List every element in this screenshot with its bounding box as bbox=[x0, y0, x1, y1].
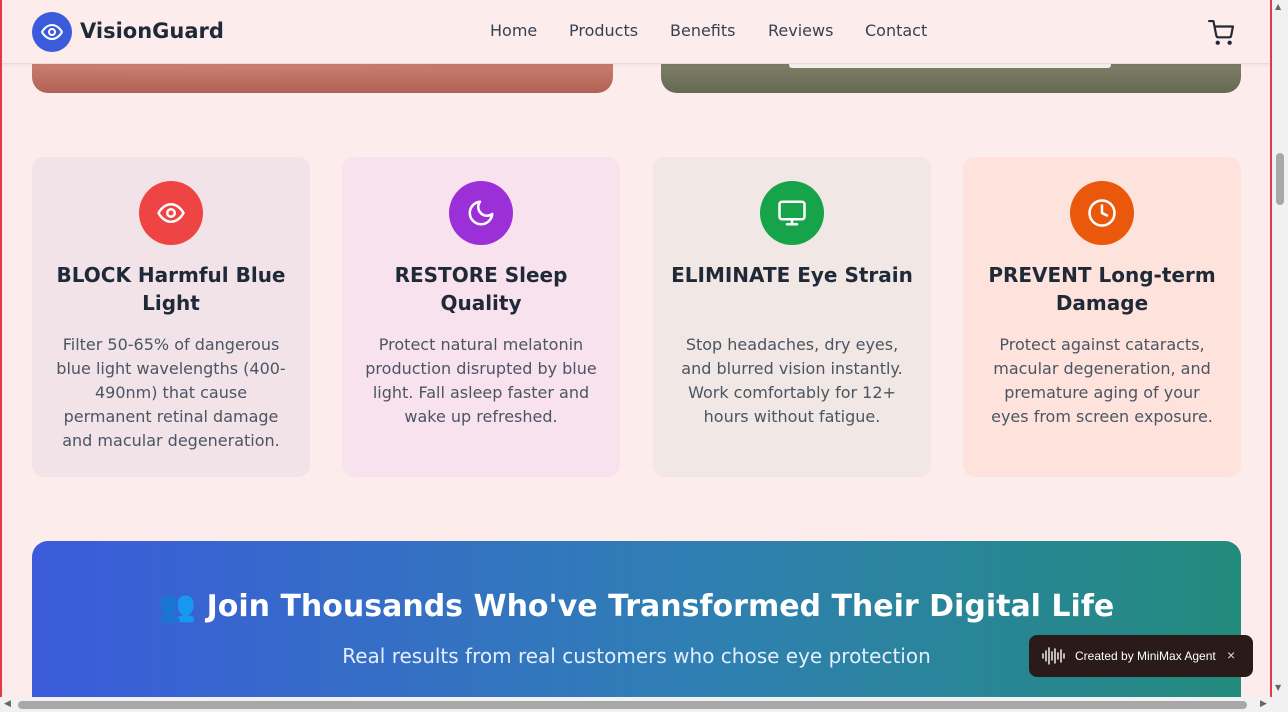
horizontal-scrollbar[interactable]: ◀ ▶ bbox=[0, 697, 1288, 712]
benefit-text: Filter 50-65% of dangerous blue light wa… bbox=[56, 335, 286, 450]
brand-name[interactable]: VisionGuard bbox=[80, 19, 224, 43]
site-header: VisionGuard Home Products Benefits Revie… bbox=[0, 0, 1272, 64]
monitor-icon bbox=[760, 181, 824, 245]
nav-contact[interactable]: Contact bbox=[865, 21, 927, 40]
scroll-down-arrow-icon[interactable]: ▼ bbox=[1275, 683, 1281, 692]
benefit-title: PREVENT Long-term Damage bbox=[988, 263, 1216, 315]
toast-close-button[interactable]: × bbox=[1227, 647, 1235, 663]
benefit-title: BLOCK Harmful Blue Light bbox=[56, 263, 286, 315]
banner-title: 👥 Join Thousands Who've Transformed Thei… bbox=[158, 589, 1115, 624]
nav-reviews[interactable]: Reviews bbox=[768, 21, 833, 40]
scroll-up-arrow-icon[interactable]: ▲ bbox=[1275, 2, 1281, 11]
moon-icon bbox=[449, 181, 513, 245]
horizontal-scroll-thumb[interactable] bbox=[18, 701, 1247, 709]
benefit-card-damage: PREVENT Long-term Damage Protect against… bbox=[963, 157, 1241, 477]
testimonial-banner: 👥 Join Thousands Who've Transformed Thei… bbox=[32, 541, 1241, 701]
benefit-text: Stop headaches, dry eyes, and blurred vi… bbox=[681, 335, 903, 426]
clock-icon bbox=[1070, 181, 1134, 245]
frame-border-left bbox=[0, 0, 2, 712]
minimax-toast: Created by MiniMax Agent × bbox=[1029, 635, 1253, 677]
scroll-left-arrow-icon[interactable]: ◀ bbox=[4, 699, 11, 709]
soundwave-icon bbox=[1042, 647, 1065, 665]
benefit-text: Protect against cataracts, macular degen… bbox=[991, 335, 1213, 426]
nav-benefits[interactable]: Benefits bbox=[670, 21, 736, 40]
scroll-right-arrow-icon[interactable]: ▶ bbox=[1260, 699, 1267, 709]
benefit-text: Protect natural melatonin production dis… bbox=[365, 335, 597, 426]
benefit-card-block: BLOCK Harmful Blue Light Filter 50-65% o… bbox=[32, 157, 310, 477]
eye-icon bbox=[139, 181, 203, 245]
benefit-title: RESTORE Sleep Quality bbox=[394, 263, 568, 315]
people-icon: 👥 bbox=[158, 589, 197, 624]
nav-products[interactable]: Products bbox=[569, 21, 638, 40]
benefit-card-sleep: RESTORE Sleep Quality Protect natural me… bbox=[342, 157, 620, 477]
nav-home[interactable]: Home bbox=[490, 21, 537, 40]
vertical-scroll-thumb[interactable] bbox=[1276, 153, 1284, 205]
benefit-title: ELIMINATE Eye Strain bbox=[671, 263, 913, 287]
logo-eye-icon[interactable] bbox=[32, 12, 72, 52]
cart-icon[interactable] bbox=[1208, 20, 1234, 46]
vertical-scrollbar[interactable]: ▲ ▼ bbox=[1272, 0, 1288, 697]
toast-label: Created by MiniMax Agent bbox=[1075, 649, 1216, 663]
benefit-card-strain: ELIMINATE Eye Strain Stop headaches, dry… bbox=[653, 157, 931, 477]
